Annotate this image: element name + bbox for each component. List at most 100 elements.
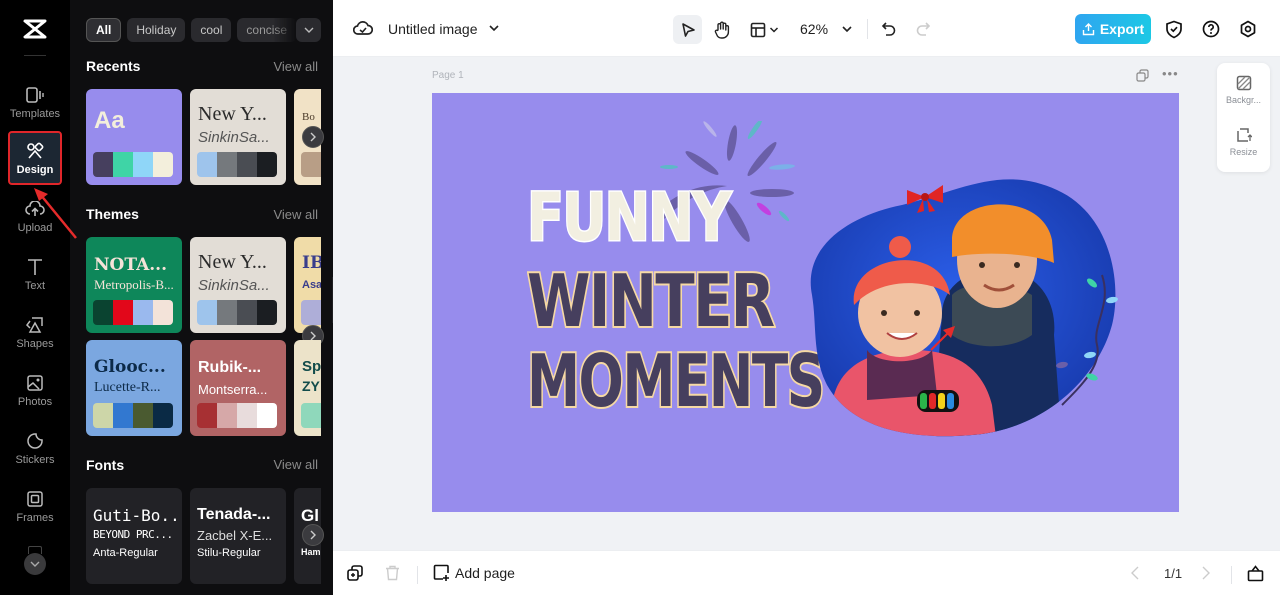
design-panel: All Holiday cool concise Recents View al…	[70, 0, 333, 595]
design-icon	[25, 141, 45, 161]
chips-expand-button[interactable]	[296, 18, 321, 42]
theme-card[interactable]: IB Asa	[294, 237, 321, 333]
font-card[interactable]: Tenada-... Zacbel X-E... Stilu-Regular	[190, 488, 286, 584]
recents-next-button[interactable]	[302, 126, 324, 148]
color-swatches	[93, 300, 173, 325]
recents-view-all-link[interactable]: View all	[273, 59, 318, 74]
duplicate-page-icon[interactable]	[1136, 69, 1149, 87]
chevron-down-icon	[30, 561, 40, 567]
color-swatches	[197, 403, 277, 428]
background-tool-button[interactable]: Backgr...	[1217, 75, 1270, 105]
rail-item-shapes[interactable]: Shapes	[6, 306, 64, 358]
page-panel-toggle-icon[interactable]	[1247, 565, 1264, 587]
select-tool-button[interactable]	[673, 15, 702, 44]
zoom-level[interactable]: 62%	[800, 21, 828, 37]
fonts-title: Fonts	[86, 457, 125, 473]
color-swatches	[93, 152, 173, 177]
page-label[interactable]: Page 1	[432, 70, 464, 81]
chip-concise[interactable]: concise	[237, 18, 298, 42]
rail-expand-button[interactable]	[24, 553, 46, 575]
font-card[interactable]: Guti-Bo... BEYOND PRC... Anta-Regular	[86, 488, 182, 584]
rail-item-label: Text	[24, 279, 46, 292]
chevron-down-icon	[769, 26, 778, 33]
photos-icon	[25, 373, 45, 393]
next-page-icon[interactable]	[1202, 566, 1210, 585]
app-root: Templates Design Upload Text Shapes Phot…	[0, 0, 1280, 595]
layout-menu-button[interactable]	[745, 15, 783, 44]
page-more-options-icon[interactable]: •••	[1162, 66, 1179, 81]
title-menu-chevron-icon[interactable]	[488, 21, 500, 39]
stickers-icon	[25, 431, 45, 451]
fonts-next-button[interactable]	[302, 524, 324, 546]
headline-moments[interactable]: MOMENTS	[526, 343, 827, 419]
rail-item-design[interactable]: Design	[8, 131, 62, 185]
shield-check-icon[interactable]	[1163, 18, 1185, 40]
document-title[interactable]: Untitled image	[388, 21, 478, 37]
templates-icon	[25, 85, 45, 105]
fonts-view-all-link[interactable]: View all	[273, 457, 318, 472]
zoom-menu-chevron-icon[interactable]	[836, 18, 858, 40]
undo-icon[interactable]	[878, 18, 900, 40]
rail-item-upload[interactable]: Upload	[6, 190, 64, 242]
theme-card[interactable]: Rubik-... Montserra...	[190, 340, 286, 436]
hand-tool-button[interactable]	[707, 15, 736, 44]
themes-row: Glooc... Lucette-R... Rubik-... Montserr…	[86, 340, 321, 436]
page-counter: 1/1	[1164, 566, 1183, 581]
duplicate-icon[interactable]	[347, 565, 363, 586]
photo-frame[interactable]	[792, 165, 1122, 445]
recent-card[interactable]: New Y... SinkinSa...	[190, 89, 286, 185]
export-button[interactable]: Export	[1075, 14, 1151, 44]
capcut-logo-icon[interactable]	[20, 16, 50, 42]
settings-icon[interactable]	[1237, 18, 1259, 40]
theme-card[interactable]: Sp ZY	[294, 340, 321, 436]
themes-title: Themes	[86, 206, 139, 222]
headline-winter[interactable]: WINTER	[525, 263, 776, 339]
rail-divider	[24, 55, 46, 56]
themes-row: NOTA... Metropolis-B... New Y... SinkinS…	[86, 237, 321, 333]
help-icon[interactable]	[1200, 18, 1222, 40]
add-page-label: Add page	[455, 564, 515, 581]
theme-card[interactable]: NOTA... Metropolis-B...	[86, 237, 182, 333]
recent-card[interactable]: Aa	[86, 89, 182, 185]
export-label: Export	[1099, 21, 1145, 37]
side-tools-panel: Backgr... Resize	[1217, 63, 1270, 172]
color-swatches	[301, 152, 321, 177]
artboard[interactable]: FUNNY WINTER MOMENTS	[432, 93, 1179, 512]
background-icon	[1236, 75, 1251, 91]
add-page-button[interactable]: Add page	[433, 564, 515, 581]
theme-card[interactable]: New Y... SinkinSa...	[190, 237, 286, 333]
hand-icon	[714, 21, 729, 39]
rail-item-label: Frames	[16, 511, 54, 524]
resize-tool-label: Resize	[1229, 147, 1258, 157]
color-swatches	[197, 152, 277, 177]
rail-item-frames[interactable]: Frames	[6, 480, 64, 532]
rail-item-templates[interactable]: Templates	[6, 76, 64, 128]
rail-item-label: Stickers	[15, 453, 55, 466]
theme-card[interactable]: Glooc... Lucette-R...	[86, 340, 182, 436]
chip-holiday[interactable]: Holiday	[127, 18, 186, 42]
chevron-right-icon	[310, 530, 316, 540]
color-swatches	[93, 403, 173, 428]
canvas-workspace: Page 1 ••• FUNNY WINTER MOMENTS Backgr..…	[333, 57, 1280, 550]
delete-icon[interactable]	[385, 565, 400, 586]
shapes-icon	[25, 315, 45, 335]
resize-tool-button[interactable]: Resize	[1217, 127, 1270, 157]
headline-funny[interactable]: FUNNY	[526, 183, 733, 252]
rail-item-text[interactable]: Text	[6, 248, 64, 300]
resize-icon	[1236, 128, 1252, 142]
chip-all[interactable]: All	[86, 18, 122, 42]
rail-item-label: Templates	[9, 107, 61, 120]
rail-item-label: Design	[16, 163, 54, 176]
upload-icon	[25, 199, 45, 219]
chip-cool[interactable]: cool	[191, 18, 232, 42]
rail-item-photos[interactable]: Photos	[6, 364, 64, 416]
rail-item-stickers[interactable]: Stickers	[6, 422, 64, 474]
bottom-divider	[417, 566, 418, 584]
previous-page-icon[interactable]	[1131, 566, 1139, 585]
themes-view-all-link[interactable]: View all	[273, 207, 318, 222]
redo-icon[interactable]	[912, 18, 934, 40]
layout-icon	[750, 22, 765, 37]
chevron-down-icon	[304, 27, 313, 33]
bottom-bar: Add page 1/1	[333, 550, 1280, 595]
cloud-saved-icon[interactable]	[352, 19, 374, 42]
